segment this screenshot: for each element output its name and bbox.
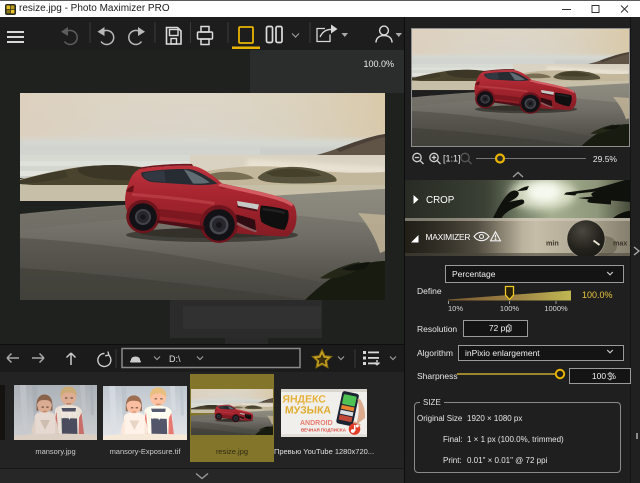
svg-text:29.5%: 29.5%	[593, 154, 618, 164]
svg-text:D:\: D:\	[169, 354, 181, 364]
svg-text:100%: 100%	[500, 304, 520, 313]
svg-text:MAXIMIZER: MAXIMIZER	[426, 232, 471, 242]
svg-text:[1:1]: [1:1]	[443, 154, 461, 164]
svg-text:1000%: 1000%	[544, 304, 568, 313]
svg-text:CROP: CROP	[426, 195, 455, 206]
svg-text:10%: 10%	[448, 304, 463, 313]
